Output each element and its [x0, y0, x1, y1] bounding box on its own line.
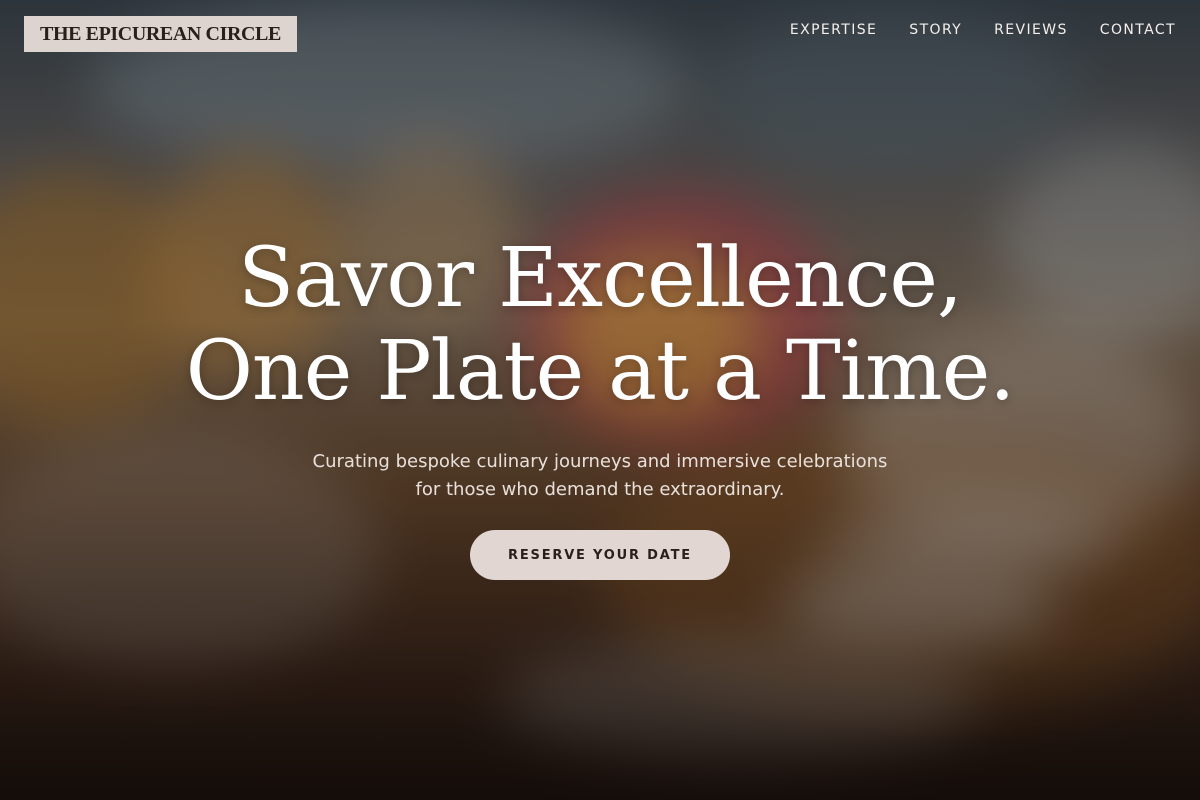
nav-link-contact[interactable]: CONTACT	[1100, 22, 1176, 38]
nav-link-reviews[interactable]: REVIEWS	[994, 22, 1068, 38]
hero-headline-line-2: One Plate at a Time.	[185, 324, 1016, 419]
nav-link-story[interactable]: STORY	[909, 22, 962, 38]
reserve-date-button[interactable]: RESERVE YOUR DATE	[470, 530, 730, 580]
hero-section: Savor Excellence, One Plate at a Time. C…	[0, 232, 1200, 580]
hero-subheading: Curating bespoke culinary journeys and i…	[250, 448, 950, 504]
main-nav: EXPERTISE STORY REVIEWS CONTACT	[790, 22, 1176, 38]
nav-link-expertise[interactable]: EXPERTISE	[790, 22, 877, 38]
hero-headline: Savor Excellence, One Plate at a Time.	[0, 232, 1200, 418]
site-logo[interactable]: THE EPICUREAN CIRCLE	[24, 16, 297, 52]
hero-subheading-line-2: for those who demand the extraordinary.	[415, 479, 785, 500]
hero-headline-line-1: Savor Excellence,	[238, 231, 963, 326]
hero-subheading-line-1: Curating bespoke culinary journeys and i…	[312, 451, 888, 472]
